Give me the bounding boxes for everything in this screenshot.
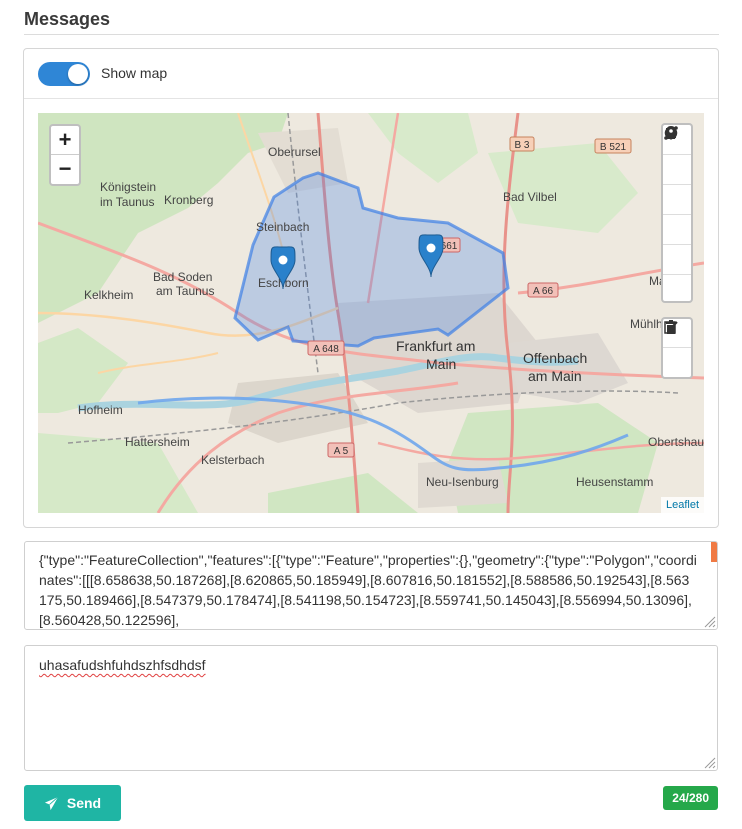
- map-view[interactable]: B 3 B 521 A 66 A 648 A 5 661 Oberursel K…: [38, 113, 704, 513]
- resize-handle-icon[interactable]: [702, 755, 716, 769]
- send-button-label: Send: [66, 795, 102, 811]
- svg-text:Hattersheim: Hattersheim: [125, 435, 190, 449]
- character-counter-badge: 24/280: [663, 786, 718, 810]
- svg-text:Königstein: Königstein: [100, 180, 156, 194]
- svg-text:A 66: A 66: [533, 286, 553, 297]
- svg-text:Neu-Isenburg: Neu-Isenburg: [426, 475, 499, 489]
- svg-text:im Taunus: im Taunus: [100, 195, 154, 209]
- svg-text:B 521: B 521: [600, 142, 627, 153]
- show-map-label: Show map: [101, 65, 168, 81]
- edit-toolbar: [661, 317, 693, 379]
- map-attribution-link[interactable]: Leaflet: [660, 497, 704, 513]
- svg-text:Heusenstamm: Heusenstamm: [576, 475, 653, 489]
- show-map-toggle[interactable]: [38, 62, 90, 86]
- send-button[interactable]: Send: [24, 785, 121, 821]
- svg-text:Kronberg: Kronberg: [164, 193, 213, 207]
- page-title: Messages: [24, 9, 111, 29]
- svg-text:A 5: A 5: [334, 446, 349, 457]
- resize-handle-icon[interactable]: [702, 614, 716, 628]
- svg-text:Hofheim: Hofheim: [78, 403, 123, 417]
- geojson-scrollbar[interactable]: [711, 542, 717, 562]
- shield-b521: B 521: [594, 138, 632, 154]
- shield-a66: A 66: [527, 282, 559, 298]
- svg-text:Obertshaus: Obertshaus: [648, 435, 704, 449]
- svg-text:Main: Main: [426, 356, 456, 372]
- svg-text:Bad Vilbel: Bad Vilbel: [503, 190, 557, 204]
- draw-circle-button[interactable]: [663, 127, 691, 245]
- shield-b3: B 3: [509, 136, 535, 152]
- svg-text:Offenbach: Offenbach: [523, 350, 587, 366]
- paper-plane-icon: [44, 796, 59, 810]
- draw-marker-button[interactable]: [663, 126, 691, 275]
- svg-text:Mühlh: Mühlh: [630, 317, 663, 331]
- geojson-value: {"type":"FeatureCollection","features":[…: [39, 552, 697, 628]
- map-card: Show map B 3 B 521 A 66 A 648 A 5 661 Ob…: [23, 48, 719, 528]
- message-textarea[interactable]: uhasafudshfuhdszhfsdhdsf: [24, 645, 718, 771]
- geojson-textarea[interactable]: {"type":"FeatureCollection","features":[…: [24, 541, 718, 630]
- map-tiles: B 3 B 521 A 66 A 648 A 5 661 Oberursel K…: [38, 113, 704, 513]
- svg-text:Oberursel: Oberursel: [268, 145, 321, 159]
- svg-text:am Taunus: am Taunus: [156, 284, 214, 298]
- svg-text:B 3: B 3: [514, 140, 529, 151]
- toggle-knob: [68, 64, 88, 84]
- svg-text:Kelkheim: Kelkheim: [84, 288, 133, 302]
- zoom-in-button[interactable]: +: [51, 126, 79, 155]
- draw-rectangle-button[interactable]: [663, 128, 691, 215]
- draw-circlemarker-button[interactable]: [663, 126, 691, 305]
- delete-layers-button[interactable]: [663, 320, 691, 377]
- zoom-out-button[interactable]: −: [51, 155, 79, 184]
- svg-text:am Main: am Main: [528, 368, 582, 384]
- map-card-header: Show map: [24, 49, 718, 99]
- svg-text:Bad Soden: Bad Soden: [153, 270, 212, 284]
- svg-text:Kelsterbach: Kelsterbach: [201, 453, 264, 467]
- trash-icon: [666, 320, 676, 334]
- shield-a5: A 5: [327, 442, 355, 458]
- zoom-control: + −: [49, 124, 81, 186]
- message-value: uhasafudshfuhdszhfsdhdsf: [39, 657, 206, 673]
- shield-a648: A 648: [307, 340, 345, 356]
- title-divider: [24, 34, 719, 35]
- draw-toolbar: [661, 123, 693, 303]
- svg-text:Frankfurt am: Frankfurt am: [396, 338, 475, 354]
- svg-text:Steinbach: Steinbach: [256, 220, 309, 234]
- svg-text:A 648: A 648: [313, 344, 339, 355]
- draw-polygon-button[interactable]: [663, 127, 691, 185]
- circlemarker-icon: [664, 126, 678, 140]
